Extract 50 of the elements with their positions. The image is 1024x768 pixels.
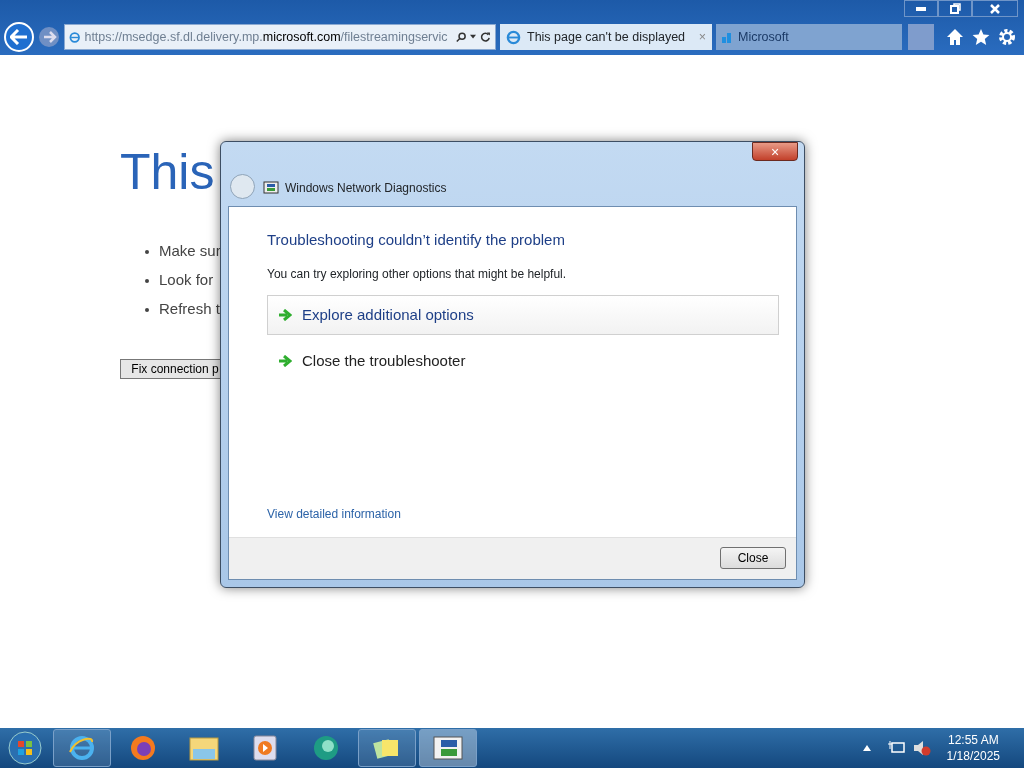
folder-icon[interactable] [189, 735, 219, 761]
bullet-icon [145, 308, 149, 313]
dropdown-icon[interactable] [470, 34, 477, 40]
bullet-icon [145, 250, 149, 255]
browser-tab[interactable]: This page can't be displayed × [500, 24, 712, 50]
dialog-heading: Troubleshooting couldn’t identify the problem [267, 230, 565, 250]
network-icon[interactable] [433, 736, 463, 760]
clock-time[interactable]: 12:55 AM [946, 731, 1000, 748]
close-button[interactable]: Close [720, 547, 786, 569]
media-player-icon[interactable] [253, 735, 277, 761]
browser-icon [69, 29, 81, 45]
refresh-icon[interactable] [480, 30, 491, 44]
restore-icon [949, 3, 961, 14]
browser-icon [506, 29, 521, 45]
muted-speaker-icon[interactable] [912, 740, 931, 756]
dialog-title: Windows Network Diagnostics [285, 180, 447, 197]
tray-expand-icon[interactable] [862, 745, 871, 751]
network-icon [263, 181, 279, 195]
browser-icon[interactable] [129, 734, 157, 762]
chat-icon[interactable] [311, 734, 341, 762]
option-link[interactable]: Explore additional options [267, 295, 779, 335]
search-icon[interactable] [455, 30, 467, 44]
browser-tab[interactable]: Microsoft [716, 24, 902, 50]
page-heading: This [120, 147, 215, 197]
close-button[interactable] [972, 0, 1018, 17]
minimize-button[interactable] [904, 0, 938, 17]
home-icon[interactable] [946, 28, 964, 46]
arrow-icon [278, 309, 292, 321]
minimize-icon [916, 6, 926, 11]
option-link[interactable]: Close the troubleshooter [267, 341, 779, 381]
arrow-icon [278, 355, 292, 367]
clock-date[interactable]: 1/18/2025 [946, 748, 1000, 765]
browser-icon[interactable] [68, 734, 96, 762]
dialog-message: You can try exploring other options that might be helpful. [267, 266, 567, 283]
restore-button[interactable] [938, 0, 972, 17]
star-icon[interactable] [972, 28, 990, 46]
bullet-text: Refresh t [159, 300, 220, 317]
settings-icon[interactable] [998, 28, 1016, 46]
back-arrow-icon [10, 29, 28, 45]
close-icon [990, 3, 1000, 14]
logo-icon [722, 31, 732, 43]
start-button[interactable] [8, 731, 42, 765]
address-bar[interactable]: https://msedge.sf.dl.delivery.mp.microsoft.com/filestreamingservic [64, 24, 496, 50]
bullet-icon [145, 279, 149, 284]
url-text: https://msedge.sf.dl.delivery.mp.microsoft.com/filestreamingservic [84, 28, 448, 46]
bullet-text: Make sur [159, 242, 221, 259]
network-icon[interactable] [886, 740, 905, 756]
forward-button[interactable] [38, 26, 60, 48]
details-link[interactable]: View detailed information [267, 505, 401, 523]
bullet-text: Look for [159, 271, 214, 288]
